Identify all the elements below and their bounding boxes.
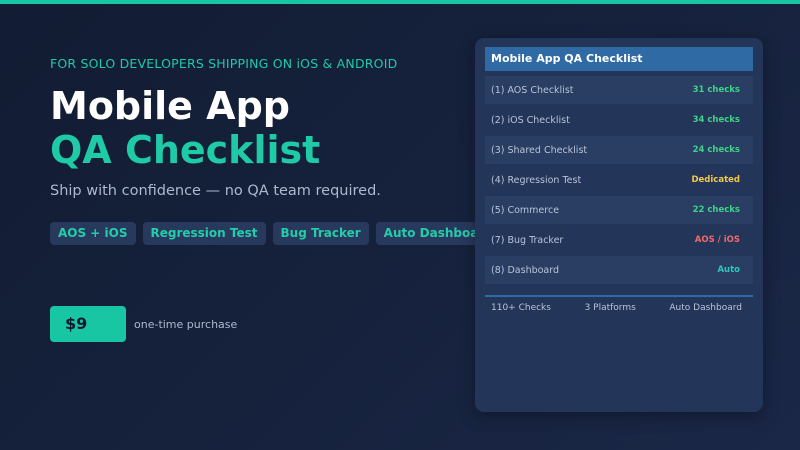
row-label: (2) iOS Checklist [491,114,570,126]
card-footer-stats: 110+ Checks 3 Platforms Auto Dashboard [485,303,753,313]
hero-title-line2: QA Checklist [50,128,321,172]
row-value: AOS / iOS [694,235,740,245]
checklist-row: (1) AOS Checklist 31 checks [485,76,753,104]
checklist-row: (2) iOS Checklist 34 checks [485,106,753,134]
row-value: Auto [717,265,740,275]
feature-tags: AOS + iOS Regression Test Bug Tracker Au… [50,222,501,245]
row-label: (3) Shared Checklist [491,144,588,156]
checklist-row: (8) Dashboard Auto [485,256,753,284]
card-title: Mobile App QA Checklist [485,47,753,71]
tag-aos-ios: AOS + iOS [50,222,136,245]
row-value: 31 checks [692,85,740,95]
row-value: 24 checks [692,145,740,155]
buy-price-button[interactable]: $9 [50,306,126,342]
row-label: (7) Bug Tracker [491,234,564,246]
stat-checks: 110+ Checks [491,303,551,313]
tag-bug-tracker: Bug Tracker [272,222,369,245]
checklist-rows: (1) AOS Checklist 31 checks (2) iOS Chec… [485,76,753,286]
hero-eyebrow: FOR SOLO DEVELOPERS SHIPPING ON iOS & AN… [50,56,398,71]
checklist-row: (5) Commerce 22 checks [485,196,753,224]
row-label: (8) Dashboard [491,264,560,276]
hero-tagline: Ship with confidence — no QA team requir… [50,183,381,199]
row-value: 22 checks [692,205,740,215]
row-value: 34 checks [692,115,740,125]
checklist-preview-card: Mobile App QA Checklist (1) AOS Checklis… [475,38,763,412]
stat-dashboard: Auto Dashboard [669,303,742,313]
checklist-row: (3) Shared Checklist 24 checks [485,136,753,164]
row-label: (1) AOS Checklist [491,84,574,96]
checklist-row: (4) Regression Test Dedicated [485,166,753,194]
top-accent-bar [0,0,800,4]
price-note: one-time purchase [134,318,238,331]
card-divider [485,295,753,297]
row-label: (5) Commerce [491,204,560,216]
stat-platforms: 3 Platforms [584,303,636,313]
hero-title-line1: Mobile App [50,84,290,128]
checklist-row: (7) Bug Tracker AOS / iOS [485,226,753,254]
row-label: (4) Regression Test [491,174,582,186]
tag-regression-test: Regression Test [142,222,266,245]
row-value: Dedicated [691,175,740,185]
